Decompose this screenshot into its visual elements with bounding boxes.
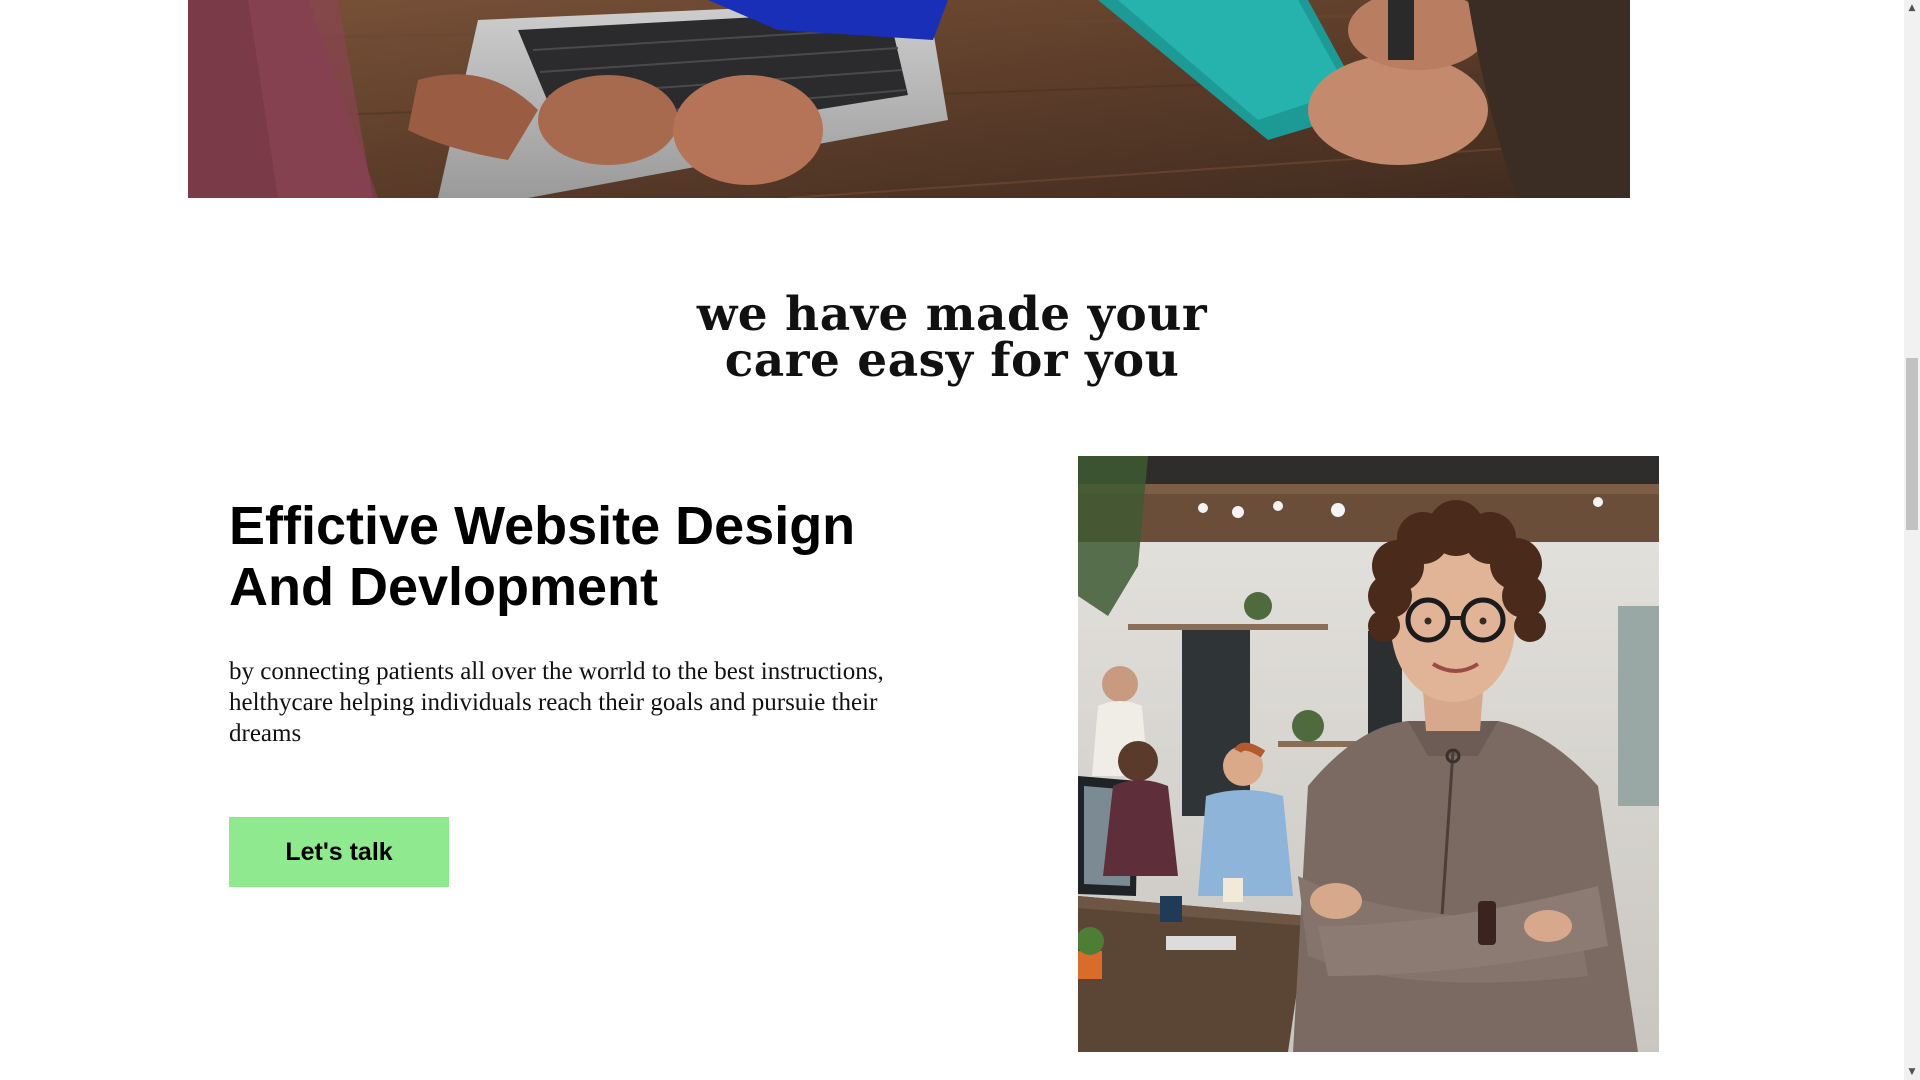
feature-description: by connecting patients all over the worr… <box>229 658 884 747</box>
section-heading-line-2: care easy for you <box>724 333 1180 388</box>
section-heading-line-1: we have made your <box>696 287 1208 342</box>
feature-title-line-2: And Devlopment <box>229 557 659 617</box>
lets-talk-button[interactable]: Let's talk <box>229 817 449 887</box>
vertical-scrollbar[interactable]: ▲ ▼ <box>1904 0 1920 1080</box>
portrait-image <box>1078 456 1659 1052</box>
page-viewport: we have made your care easy for you Effi… <box>0 0 1920 1080</box>
scroll-up-arrow-icon[interactable]: ▲ <box>1904 0 1920 16</box>
feature-title: Effictive Website Design And Devlopment <box>229 496 929 618</box>
feature-title-line-1: Effictive Website Design <box>229 496 856 556</box>
scroll-down-arrow-icon[interactable]: ▼ <box>1904 1064 1920 1080</box>
scrollbar-thumb[interactable] <box>1906 358 1918 530</box>
hero-image <box>188 0 1630 198</box>
section-heading: we have made your care easy for you <box>0 287 1904 388</box>
